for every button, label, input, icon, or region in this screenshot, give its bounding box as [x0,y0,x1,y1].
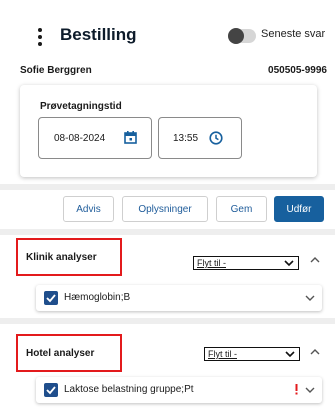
checkbox[interactable] [44,383,58,397]
move-to-label: Flyt til - [197,258,226,268]
checkbox[interactable] [44,291,58,305]
section-klinik-analyser: Klinik analyser Flyt til - Hæmoglobin;B [16,238,335,311]
section-title: Hotel analyser [16,334,122,372]
divider [0,229,335,235]
page-title: Bestilling [60,25,137,44]
section-title: Klinik analyser [16,238,122,276]
chevron-down-icon [285,351,295,358]
chevron-up-icon[interactable] [310,256,320,264]
clock-icon[interactable] [209,131,223,145]
sampling-time-label: Prøvetagningstid [40,101,122,112]
calendar-icon[interactable] [124,131,137,144]
chevron-down-icon[interactable] [305,295,315,302]
warning-icon [295,384,298,395]
kebab-menu-icon[interactable] [36,28,44,48]
divider [0,184,335,190]
toggle-knob [228,28,244,44]
section-hotel-analyser: Hotel analyser Flyt til - Laktose belast… [16,334,335,406]
checkmark-icon [46,294,56,303]
item-label: Hæmoglobin;B [64,292,131,303]
chevron-up-icon[interactable] [310,348,320,356]
time-value: 13:55 [173,133,199,144]
udfor-button[interactable]: Udfør [274,196,324,222]
toggle-label: Seneste svar [261,28,326,40]
move-to-select[interactable]: Flyt til - [204,347,300,361]
checkmark-icon [46,386,56,395]
divider [0,318,335,324]
oplysninger-button[interactable]: Oplysninger [122,196,208,222]
patient-cpr: 050505-9996 [268,65,327,76]
date-field[interactable]: 08-08-2024 [38,117,152,159]
advis-button[interactable]: Advis [63,196,114,222]
item-label: Laktose belastning gruppe;Pt [64,384,194,395]
time-field[interactable]: 13:55 [158,117,242,159]
chevron-down-icon[interactable] [305,387,315,394]
move-to-select[interactable]: Flyt til - [193,256,299,270]
list-item[interactable]: Laktose belastning gruppe;Pt [36,377,322,403]
patient-name: Sofie Berggren [20,65,92,76]
sampling-time-card: Prøvetagningstid 08-08-2024 13:55 [20,85,317,177]
header: Bestilling Seneste svar Sofie Berggren 0… [0,0,335,90]
latest-results-toggle[interactable] [228,28,256,44]
move-to-label: Flyt til - [208,349,237,359]
gem-button[interactable]: Gem [216,196,267,222]
chevron-down-icon [284,260,294,267]
list-item[interactable]: Hæmoglobin;B [36,285,322,311]
date-value: 08-08-2024 [54,133,106,144]
